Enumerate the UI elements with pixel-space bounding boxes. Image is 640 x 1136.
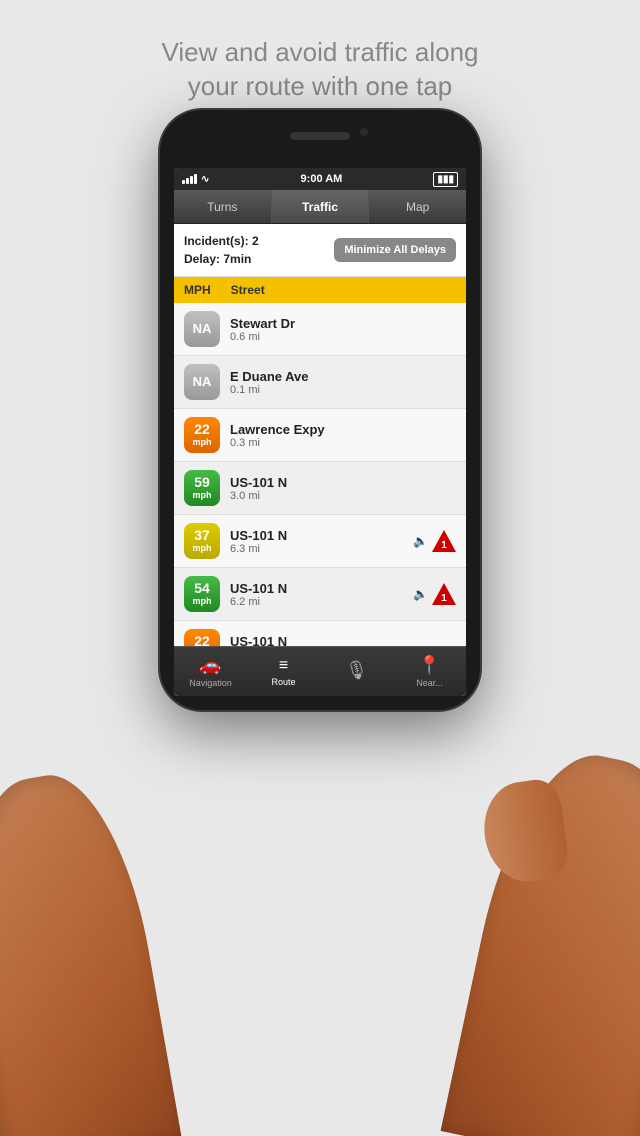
- info-header: Incident(s): 2 Delay: 7min Minimize All …: [174, 224, 466, 277]
- street-name: US-101 N: [230, 475, 446, 490]
- status-time: 9:00 AM: [301, 173, 343, 185]
- speed-badge: 59 mph: [184, 470, 220, 506]
- street-distance: 6.3 mi: [230, 543, 403, 555]
- microphone-icon: 🎙: [345, 660, 368, 681]
- alert-number: 1: [441, 593, 447, 604]
- wifi-icon: ∿: [201, 174, 209, 185]
- street-info: Stewart Dr 0.6 mi: [230, 316, 446, 343]
- tab-turns[interactable]: Turns: [174, 190, 272, 223]
- phone-camera: [360, 128, 368, 136]
- bottom-tab-navigation[interactable]: 🚗 Navigation: [174, 647, 247, 696]
- phone-screen: ∿ 9:00 AM ▮▮▮ Turns Traffic Map Incident…: [174, 168, 466, 696]
- street-name: US-101 N: [230, 581, 403, 596]
- street-distance: 3.0 mi: [230, 490, 446, 502]
- traffic-row[interactable]: 37 mph US-101 N 6.3 mi 🔈 1: [174, 515, 466, 568]
- speed-badge: 22 mph: [184, 417, 220, 453]
- traffic-row[interactable]: 22 mph Lawrence Expy 0.3 mi: [174, 409, 466, 462]
- hand-right: [420, 716, 640, 1136]
- column-header: MPH Street: [174, 277, 466, 303]
- phone-speaker: [290, 132, 350, 140]
- traffic-row[interactable]: NA Stewart Dr 0.6 mi: [174, 303, 466, 356]
- street-name: Lawrence Expy: [230, 422, 446, 437]
- tab-traffic[interactable]: Traffic: [272, 190, 370, 223]
- car-icon: 🚗: [199, 655, 221, 676]
- bottom-tab-route[interactable]: ≡ Route: [247, 647, 320, 696]
- signal-bar-2: [186, 178, 189, 184]
- status-bar: ∿ 9:00 AM ▮▮▮: [174, 168, 466, 190]
- incidents-info: Incident(s): 2 Delay: 7min: [184, 232, 259, 268]
- street-name: US-101 N: [230, 528, 403, 543]
- speed-badge: 54 mph: [184, 576, 220, 612]
- bottom-tab-mic[interactable]: 🎙: [320, 647, 393, 696]
- street-distance: 0.1 mi: [230, 384, 446, 396]
- speed-badge-na: NA: [184, 311, 220, 347]
- street-info: US-101 N 6.3 mi: [230, 528, 403, 555]
- speed-badge: 37 mph: [184, 523, 220, 559]
- pin-icon: 📍: [418, 655, 440, 676]
- street-header: Street: [231, 283, 265, 297]
- traffic-row[interactable]: NA E Duane Ave 0.1 mi: [174, 356, 466, 409]
- speed-badge-na: NA: [184, 364, 220, 400]
- street-name: E Duane Ave: [230, 369, 446, 384]
- alert-badge: 1: [432, 582, 456, 606]
- signal-bar-4: [194, 174, 197, 184]
- status-left: ∿: [182, 174, 209, 185]
- alert-badge: 1: [432, 529, 456, 553]
- phone-frame: ∿ 9:00 AM ▮▮▮ Turns Traffic Map Incident…: [160, 110, 480, 710]
- top-tab-bar: Turns Traffic Map: [174, 190, 466, 224]
- row-right: 🔈 1: [413, 582, 456, 606]
- street-info: E Duane Ave 0.1 mi: [230, 369, 446, 396]
- street-distance: 0.6 mi: [230, 331, 446, 343]
- traffic-list: NA Stewart Dr 0.6 mi NA E Duane Ave 0.1 …: [174, 303, 466, 696]
- street-name: Stewart Dr: [230, 316, 446, 331]
- street-info: Lawrence Expy 0.3 mi: [230, 422, 446, 449]
- tagline: View and avoid traffic along your route …: [60, 18, 580, 116]
- speaker-icon: 🔈: [413, 587, 428, 601]
- bottom-tab-nearby[interactable]: 📍 Near...: [393, 647, 466, 696]
- street-info: US-101 N 3.0 mi: [230, 475, 446, 502]
- signal-bar-1: [182, 180, 185, 184]
- minimize-all-delays-button[interactable]: Minimize All Delays: [334, 238, 456, 262]
- route-icon: ≡: [279, 657, 288, 675]
- bottom-tab-bar: 🚗 Navigation ≡ Route 🎙 📍 Near...: [174, 646, 466, 696]
- street-info: US-101 N 6.2 mi: [230, 581, 403, 608]
- signal-bars: [182, 174, 197, 184]
- traffic-row[interactable]: 59 mph US-101 N 3.0 mi: [174, 462, 466, 515]
- hand-left: [0, 716, 200, 1136]
- mph-header: MPH: [184, 283, 211, 297]
- signal-bar-3: [190, 176, 193, 184]
- speaker-icon: 🔈: [413, 534, 428, 548]
- row-right: 🔈 1: [413, 529, 456, 553]
- alert-number: 1: [441, 540, 447, 551]
- traffic-row[interactable]: 54 mph US-101 N 6.2 mi 🔈 1: [174, 568, 466, 621]
- status-right: ▮▮▮: [433, 172, 458, 187]
- street-distance: 0.3 mi: [230, 437, 446, 449]
- battery-icon: ▮▮▮: [433, 172, 458, 187]
- tab-map[interactable]: Map: [369, 190, 466, 223]
- street-distance: 6.2 mi: [230, 596, 403, 608]
